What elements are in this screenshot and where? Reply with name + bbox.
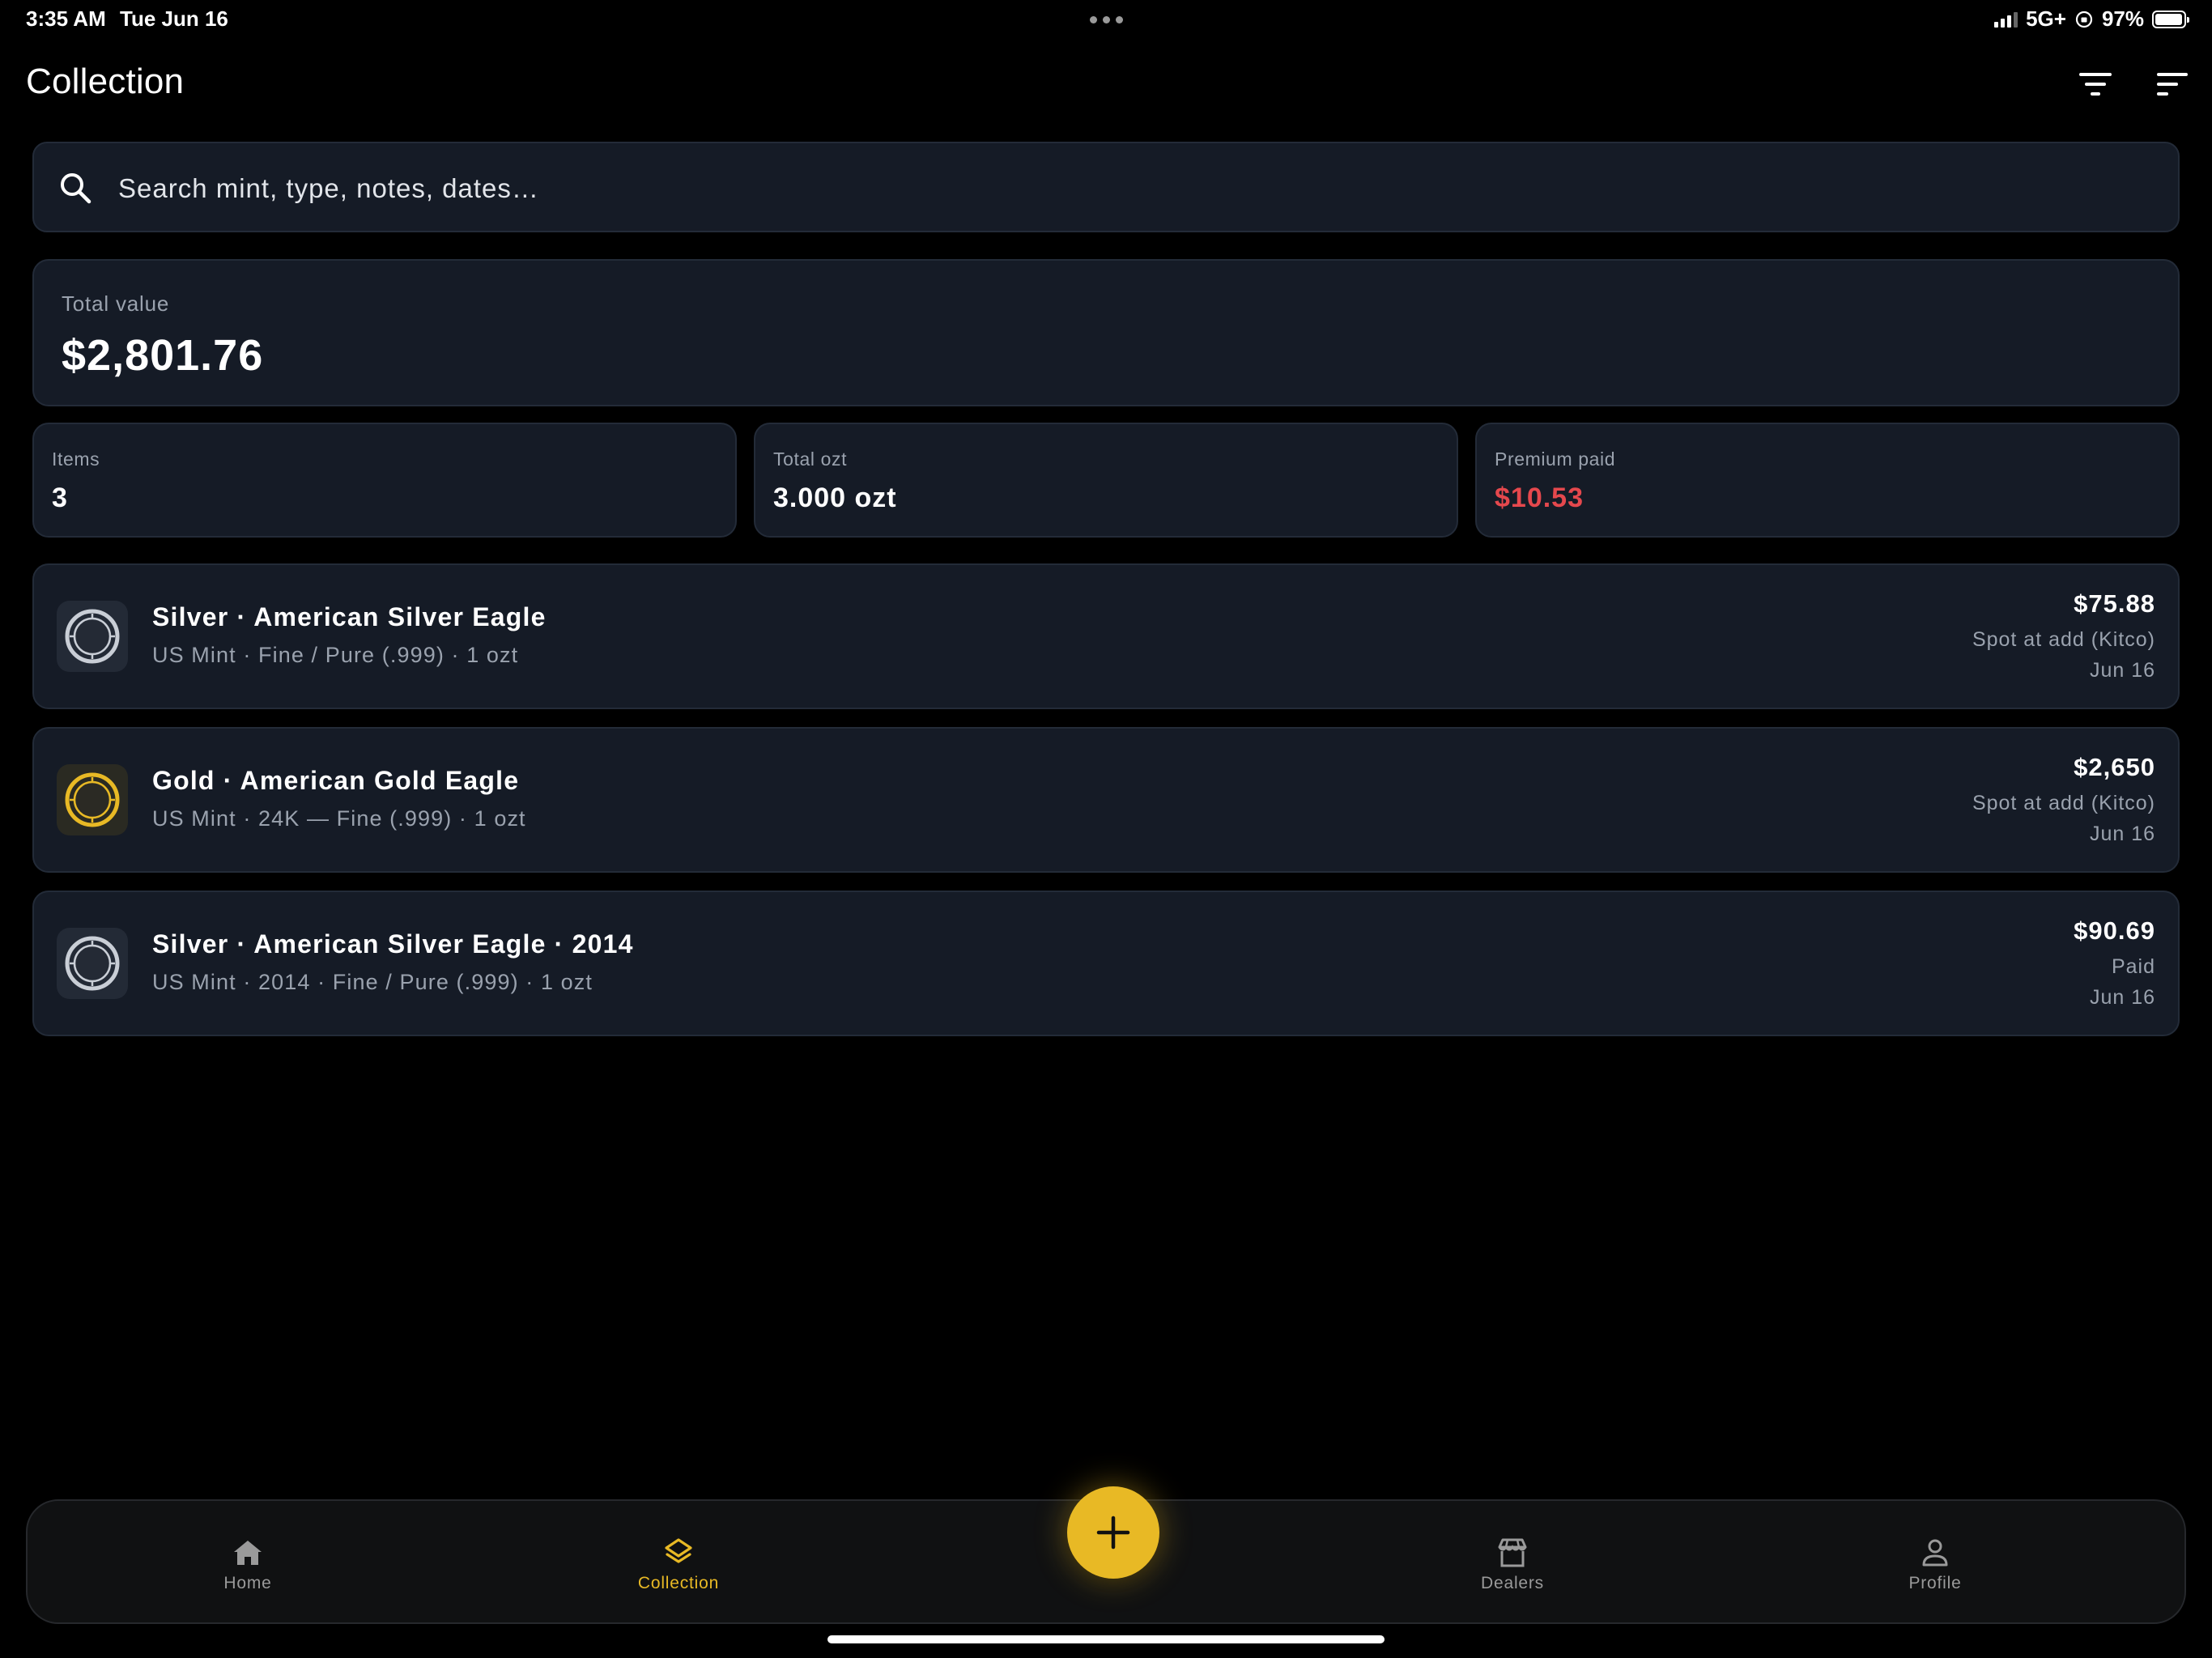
item-price-basis: Paid bbox=[2111, 955, 2155, 978]
home-indicator[interactable] bbox=[827, 1635, 1385, 1643]
item-price: $2,650 bbox=[2074, 753, 2155, 781]
tab-profile[interactable]: Profile bbox=[1838, 1535, 2032, 1608]
multitasking-dots-icon[interactable] bbox=[1090, 16, 1123, 23]
stat-label: Total ozt bbox=[773, 449, 848, 470]
item-title: Gold · American Gold Eagle bbox=[152, 766, 520, 795]
item-details: US Mint · 24K — Fine (.999) · 1 ozt bbox=[152, 806, 526, 831]
silver-coin-icon bbox=[57, 928, 128, 999]
stat-label: Items bbox=[52, 449, 100, 470]
item-date: Jun 16 bbox=[2089, 986, 2155, 1009]
orientation-lock-icon bbox=[2075, 11, 2093, 28]
item-price: $75.88 bbox=[2074, 589, 2155, 618]
search-bar[interactable] bbox=[32, 142, 2180, 232]
tab-collection[interactable]: Collection bbox=[581, 1535, 776, 1608]
status-indicators: 5G+ 97% bbox=[1994, 6, 2189, 32]
list-item[interactable]: Gold · American Gold Eagle US Mint · 24K… bbox=[32, 727, 2180, 873]
add-item-button[interactable] bbox=[1067, 1486, 1159, 1579]
total-ozt-card: Total ozt 3.000 ozt bbox=[754, 423, 1458, 538]
battery-percent: 97% bbox=[2101, 6, 2144, 31]
cellular-signal-icon bbox=[1994, 11, 2018, 28]
item-date: Jun 16 bbox=[2089, 823, 2155, 845]
layers-icon bbox=[665, 1538, 692, 1563]
tab-label: Profile bbox=[1908, 1574, 1962, 1592]
total-value-amount: $2,801.76 bbox=[62, 331, 264, 380]
item-date: Jun 16 bbox=[2089, 659, 2155, 682]
person-icon bbox=[1922, 1539, 1948, 1567]
tab-label: Collection bbox=[637, 1574, 720, 1592]
stat-value: 3.000 ozt bbox=[773, 483, 897, 513]
item-price-basis: Spot at add (Kitco) bbox=[1972, 792, 2155, 814]
gold-coin-icon bbox=[57, 764, 128, 835]
status-bar: 3:35 AM Tue Jun 16 5G+ 97% bbox=[0, 0, 2212, 39]
status-date: Tue Jun 16 bbox=[120, 6, 228, 31]
total-value-card: Total value $2,801.76 bbox=[32, 259, 2180, 406]
total-value-label: Total value bbox=[62, 291, 170, 316]
item-price: $90.69 bbox=[2074, 916, 2155, 945]
premium-paid-value: $10.53 bbox=[1495, 483, 1584, 513]
battery-icon bbox=[2152, 10, 2189, 28]
status-time: 3:35 AM bbox=[26, 6, 106, 31]
tab-dealers[interactable]: Dealers bbox=[1415, 1535, 1610, 1608]
item-price-basis: Spot at add (Kitco) bbox=[1972, 628, 2155, 651]
silver-coin-icon bbox=[57, 601, 128, 672]
tab-home[interactable]: Home bbox=[151, 1535, 345, 1608]
filter-icon[interactable] bbox=[2074, 66, 2116, 102]
search-input[interactable] bbox=[117, 159, 2144, 218]
list-item[interactable]: Silver · American Silver Eagle · 2014 US… bbox=[32, 891, 2180, 1036]
item-title: Silver · American Silver Eagle · 2014 bbox=[152, 929, 634, 959]
list-item[interactable]: Silver · American Silver Eagle US Mint ·… bbox=[32, 563, 2180, 709]
tab-label: Home bbox=[223, 1574, 272, 1592]
page-title: Collection bbox=[26, 62, 185, 101]
store-icon bbox=[1498, 1538, 1527, 1567]
home-icon bbox=[234, 1541, 262, 1565]
items-count-card: Items 3 bbox=[32, 423, 737, 538]
tab-label: Dealers bbox=[1481, 1574, 1544, 1592]
plus-icon bbox=[1096, 1516, 1130, 1550]
network-type: 5G+ bbox=[2026, 6, 2066, 31]
item-details: US Mint · 2014 · Fine / Pure (.999) · 1 … bbox=[152, 970, 593, 994]
item-details: US Mint · Fine / Pure (.999) · 1 ozt bbox=[152, 643, 519, 667]
sort-icon[interactable] bbox=[2150, 66, 2193, 102]
premium-paid-card: Premium paid $10.53 bbox=[1475, 423, 2180, 538]
stat-label: Premium paid bbox=[1495, 449, 1616, 470]
search-icon bbox=[61, 173, 91, 204]
stat-value: 3 bbox=[52, 483, 68, 513]
item-title: Silver · American Silver Eagle bbox=[152, 602, 547, 631]
